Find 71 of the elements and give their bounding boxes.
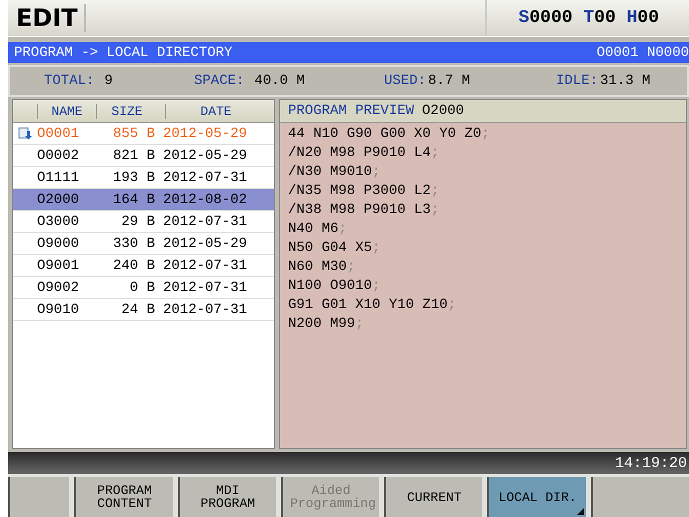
code-line: /N35 M98 P3000 L2; bbox=[288, 182, 440, 201]
stat-label: IDLE: bbox=[556, 73, 598, 89]
corner-triangle-icon bbox=[576, 508, 584, 515]
table-cell-text: 330 B bbox=[112, 236, 156, 252]
preview-title: PROGRAM PREVIEW bbox=[288, 103, 414, 119]
table-cell-text: O0002 bbox=[37, 148, 80, 164]
blank-softkey-button[interactable] bbox=[8, 477, 70, 517]
table-cell-text: 2012-07-31 bbox=[163, 302, 248, 318]
stat-value: 9 bbox=[104, 73, 113, 89]
table-cell-text: 2012-05-29 bbox=[163, 126, 248, 142]
softkey-button[interactable]: CURRENT bbox=[384, 477, 482, 517]
preview-program: O2000 bbox=[422, 103, 464, 119]
table-cell-text: 2012-07-31 bbox=[163, 170, 248, 186]
file-row[interactable]: O3000 29 B 2012-07-31 bbox=[13, 211, 274, 233]
table-cell-text: 164 B bbox=[112, 192, 156, 208]
table-cell-text: O1111 bbox=[37, 170, 80, 186]
stat-label: TOTAL: bbox=[44, 73, 94, 89]
column-header: DATE bbox=[165, 104, 266, 118]
column-header: NAME bbox=[37, 104, 96, 118]
table-cell-text: O0001 bbox=[37, 126, 80, 142]
code-line: /N20 M98 P9010 L4; bbox=[288, 144, 440, 163]
table-cell-text: 2012-07-31 bbox=[163, 214, 248, 230]
file-row[interactable]: O0002 821 B 2012-05-29 bbox=[13, 145, 274, 167]
stat-value: 31.3 M bbox=[600, 73, 650, 89]
table-cell-text: O9001 bbox=[37, 258, 80, 274]
table-cell-text: O9002 bbox=[37, 280, 80, 296]
table-cell-text: O3000 bbox=[37, 214, 80, 230]
table-cell-text: 2012-05-29 bbox=[163, 236, 248, 252]
table-cell-text: 2012-07-31 bbox=[163, 280, 248, 296]
code-line: N40 M6; bbox=[288, 220, 348, 239]
table-cell-text: 193 B bbox=[112, 170, 156, 186]
table-cell-text: 2012-08-02 bbox=[163, 192, 248, 208]
softkey-button[interactable]: MDI PROGRAM bbox=[178, 477, 276, 517]
table-cell-text: 821 B bbox=[112, 148, 156, 164]
spindle-tool-status: S0000 T00 H00 bbox=[484, 0, 689, 36]
code-line: N50 G04 X5; bbox=[288, 239, 382, 258]
table-cell-text: O9010 bbox=[37, 302, 80, 318]
code-line: N100 O9010; bbox=[288, 277, 382, 296]
clock: 14:19:20 bbox=[614, 454, 687, 472]
mode-label: EDIT bbox=[8, 4, 86, 32]
code-line: 44 N10 G90 G00 X0 Y0 Z0; bbox=[288, 125, 491, 144]
code-line: /N38 M98 P9010 L3; bbox=[288, 201, 440, 220]
stat-label: USED: bbox=[384, 73, 426, 89]
table-cell-text: 855 B bbox=[112, 126, 156, 142]
file-arrow-icon bbox=[18, 127, 32, 140]
file-row[interactable]: O9010 24 B 2012-07-31 bbox=[13, 299, 274, 321]
table-cell-text: 24 B bbox=[120, 302, 156, 318]
code-line: G91 G01 X10 Y10 Z10; bbox=[288, 296, 458, 315]
stat-label: SPACE: bbox=[194, 73, 244, 89]
table-cell-text: 2012-07-31 bbox=[163, 258, 248, 274]
file-row[interactable]: O9001 240 B 2012-07-31 bbox=[13, 255, 274, 277]
table-cell-text: O2000 bbox=[37, 192, 80, 208]
stat-value: 8.7 M bbox=[428, 73, 470, 89]
blank-softkey-button[interactable] bbox=[590, 477, 689, 517]
table-cell-text: O9000 bbox=[37, 236, 80, 252]
code-line: N200 M99; bbox=[288, 315, 365, 334]
column-header: SIZE bbox=[96, 104, 165, 118]
stat-value: 40.0 M bbox=[254, 73, 305, 89]
softkey-button[interactable]: LOCAL DIR. bbox=[487, 477, 586, 517]
file-row[interactable]: O9002 0 B 2012-07-31 bbox=[13, 277, 274, 299]
table-cell-text: 2012-05-29 bbox=[163, 148, 248, 164]
table-cell-text: 29 B bbox=[120, 214, 156, 230]
program-number: O0001 N0000 bbox=[596, 44, 689, 60]
code-line: N60 M30; bbox=[288, 258, 356, 277]
table-cell-text: 0 B bbox=[128, 280, 156, 296]
file-row[interactable]: O9000 330 B 2012-05-29 bbox=[13, 233, 274, 255]
file-row[interactable]: O2000 164 B 2012-08-02 bbox=[13, 189, 274, 211]
path-title: PROGRAM -> LOCAL DIRECTORY bbox=[14, 44, 232, 60]
code-line: /N30 M9010; bbox=[288, 163, 382, 182]
table-cell-text: 240 B bbox=[112, 258, 156, 274]
softkey-button[interactable]: PROGRAM CONTENT bbox=[74, 477, 173, 517]
